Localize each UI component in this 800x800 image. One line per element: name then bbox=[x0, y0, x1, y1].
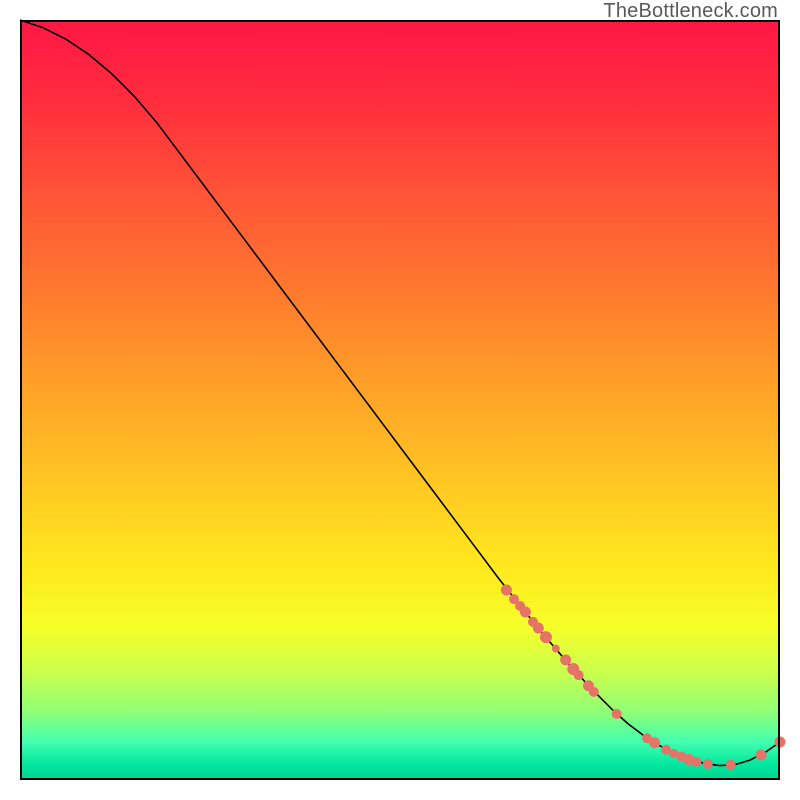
plot-background bbox=[20, 20, 780, 780]
chart-container: TheBottleneck.com bbox=[0, 0, 800, 800]
watermark-text: TheBottleneck.com bbox=[603, 0, 778, 23]
